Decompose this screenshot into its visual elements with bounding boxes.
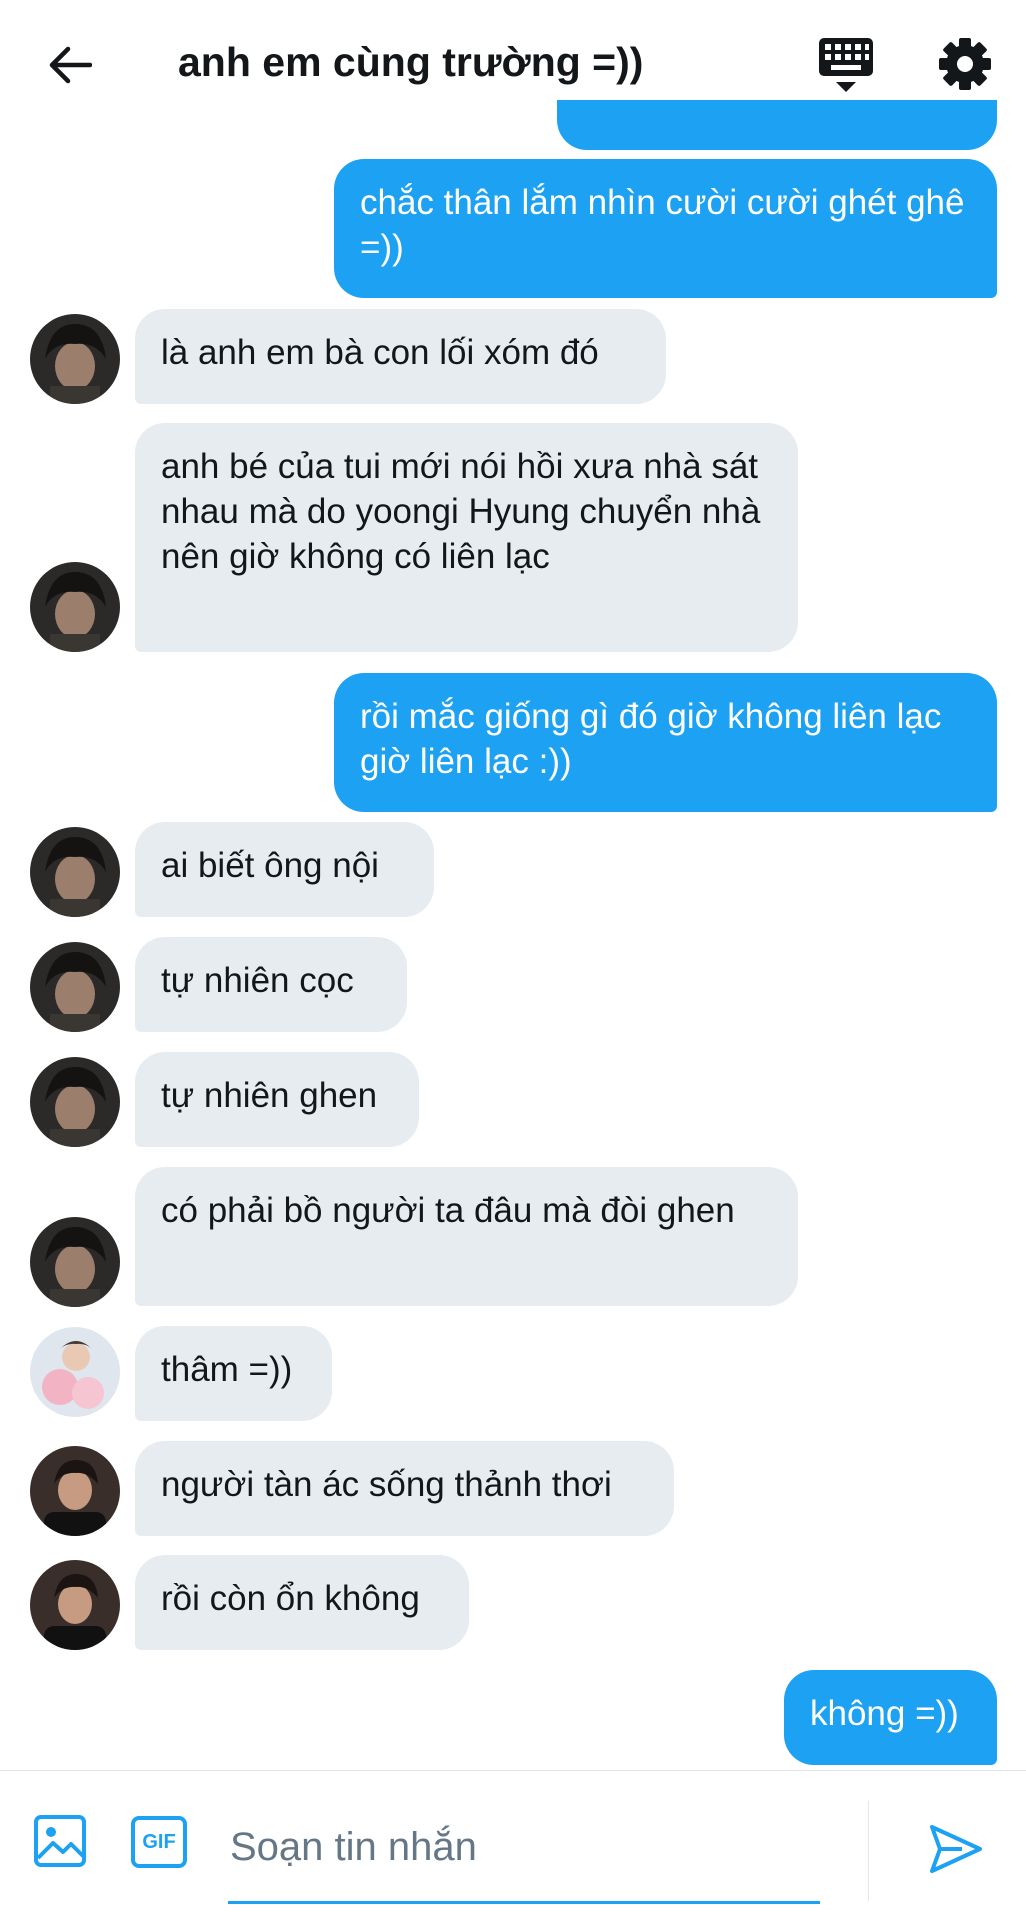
message-composer: GIF: [0, 1770, 1026, 1921]
avatar[interactable]: [30, 1327, 120, 1417]
keyboard-button[interactable]: [815, 34, 877, 96]
conversation-title: anh em cùng trường =)): [178, 39, 644, 85]
message-bubble-incoming: người tàn ác sống thảnh thơi: [135, 1441, 674, 1536]
message-bubble-incoming: tự nhiên ghen: [135, 1052, 419, 1147]
send-icon: [930, 1825, 982, 1873]
avatar[interactable]: [30, 1057, 120, 1147]
arrow-left-icon: [49, 46, 92, 84]
message-bubble-incoming: thâm =)): [135, 1326, 332, 1421]
avatar-3-image: [30, 1560, 120, 1650]
avatar-1-image: [30, 562, 120, 652]
message-bubble-partial: [557, 100, 997, 150]
message-bubble-incoming: có phải bồ người ta đâu mà đòi ghen: [135, 1167, 798, 1306]
input-underline: [228, 1901, 820, 1904]
avatar[interactable]: [30, 1217, 120, 1307]
message-bubble-outgoing: rồi mắc giống gì đó giờ không liên lạc g…: [334, 673, 997, 812]
avatar[interactable]: [30, 1446, 120, 1536]
avatar-2-image: [30, 1327, 120, 1417]
message-bubble-incoming: tự nhiên cọc: [135, 937, 407, 1032]
image-icon: [34, 1815, 86, 1867]
gear-icon: [939, 38, 991, 90]
add-gif-button[interactable]: GIF: [131, 1816, 187, 1868]
avatar[interactable]: [30, 942, 120, 1032]
avatar-1-image: [30, 1057, 120, 1147]
add-image-button[interactable]: [33, 1814, 87, 1868]
avatar-1-image: [30, 314, 120, 404]
message-bubble-incoming: ai biết ông nội: [135, 822, 434, 917]
send-button[interactable]: [928, 1821, 984, 1877]
message-bubble-incoming: là anh em bà con lối xóm đó: [135, 309, 666, 404]
avatar[interactable]: [30, 827, 120, 917]
avatar[interactable]: [30, 1560, 120, 1650]
avatar-1-image: [30, 827, 120, 917]
avatar-3-image: [30, 1446, 120, 1536]
avatar[interactable]: [30, 314, 120, 404]
settings-button[interactable]: [935, 34, 995, 94]
back-button[interactable]: [40, 40, 100, 90]
avatar-1-image: [30, 1217, 120, 1307]
composer-divider: [868, 1801, 869, 1901]
message-bubble-incoming: rồi còn ổn không: [135, 1555, 469, 1650]
avatar[interactable]: [30, 562, 120, 652]
message-input[interactable]: [228, 1811, 824, 1883]
avatar-1-image: [30, 942, 120, 1032]
keyboard-icon: [819, 38, 873, 92]
message-bubble-outgoing: không =)): [784, 1670, 997, 1765]
message-bubble-incoming: anh bé của tui mới nói hồi xưa nhà sát n…: [135, 423, 798, 652]
gif-label: GIF: [142, 1830, 176, 1853]
message-bubble-outgoing: chắc thân lắm nhìn cười cười ghét ghê =)…: [334, 159, 997, 298]
